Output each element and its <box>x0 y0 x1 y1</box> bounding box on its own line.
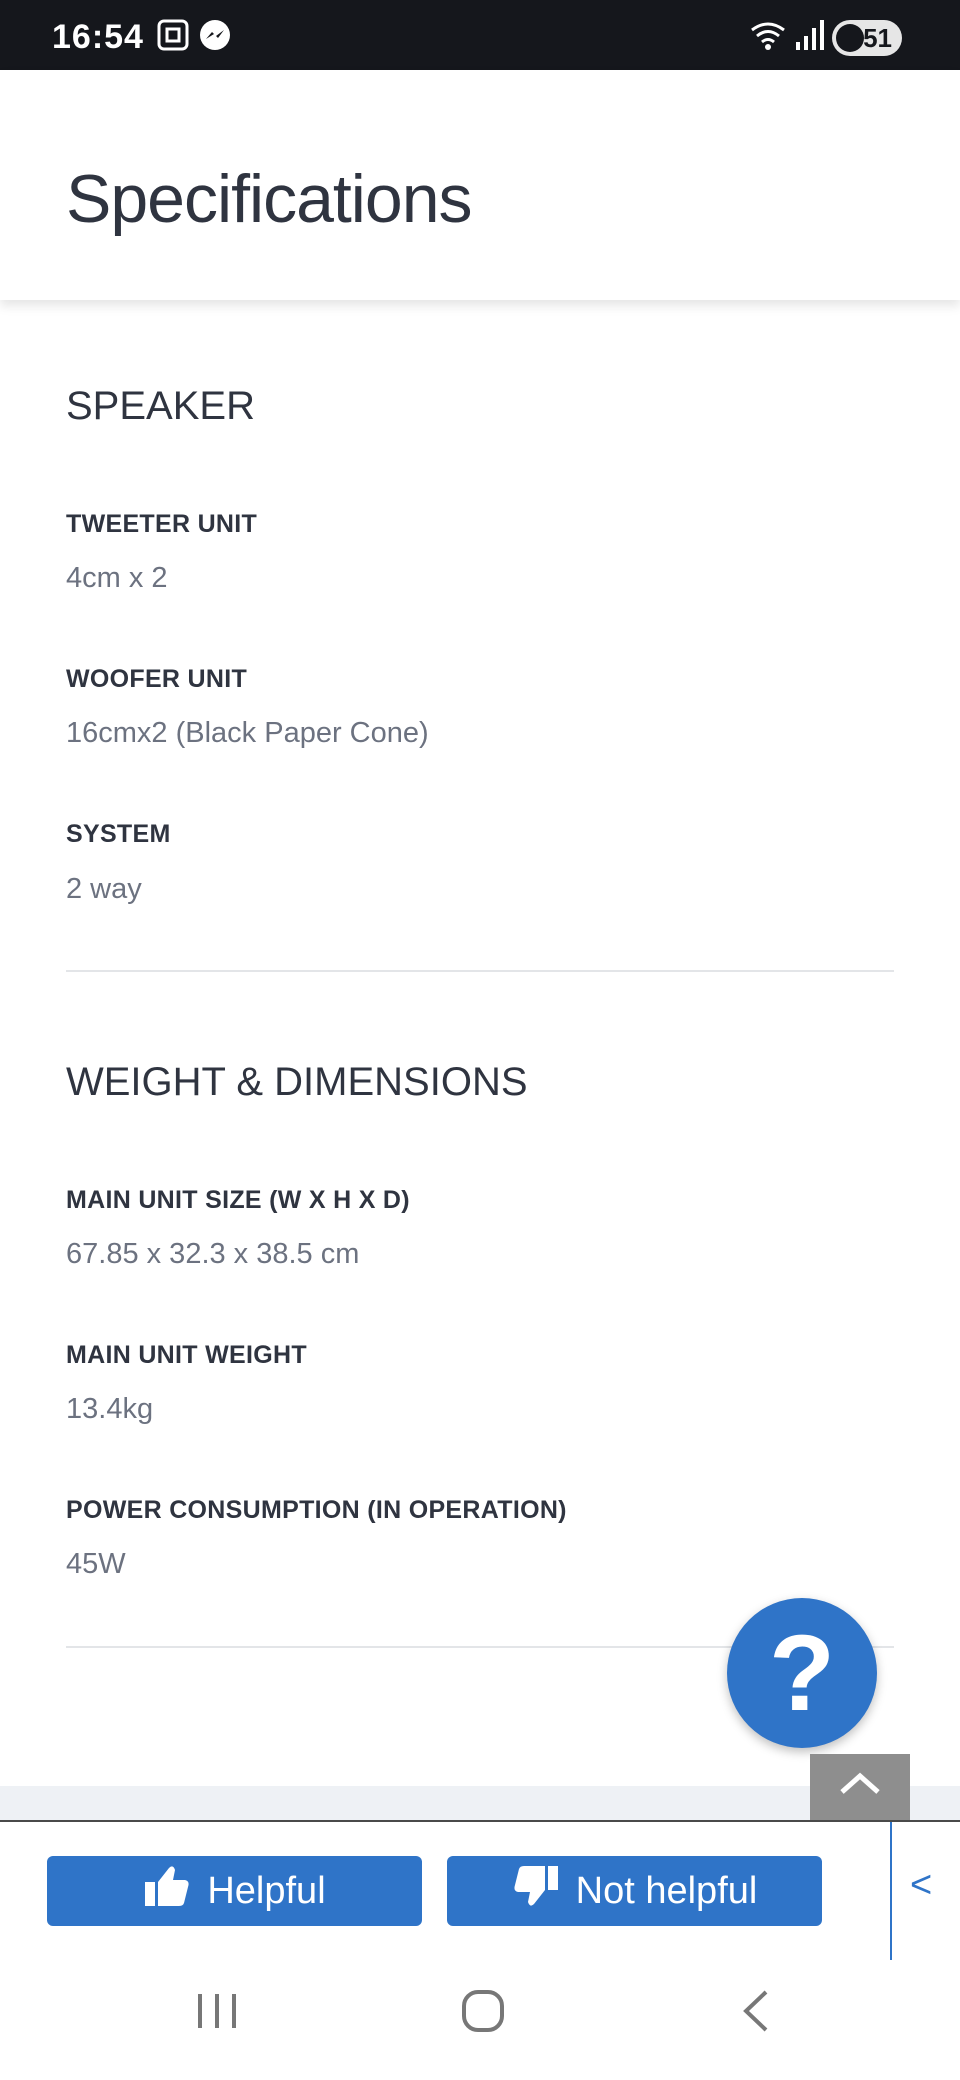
thumbs-up-icon <box>143 1864 191 1918</box>
spec-value-system: 2 way <box>66 873 142 905</box>
wifi-icon <box>748 18 788 57</box>
status-time: 16:54 <box>52 18 144 56</box>
battery-level: 51 <box>863 23 892 53</box>
section-divider <box>66 970 894 972</box>
helpful-button[interactable]: Helpful <box>47 1856 422 1926</box>
page-header: Specifications <box>0 70 960 300</box>
spec-label-power-consumption: POWER CONSUMPTION (IN OPERATION) <box>66 1496 567 1524</box>
page-title: Specifications <box>66 161 473 237</box>
spec-value-tweeter-unit: 4cm x 2 <box>66 562 168 594</box>
spec-value-power-consumption: 45W <box>66 1548 126 1580</box>
help-button[interactable]: ? <box>727 1598 877 1748</box>
spec-label-woofer-unit: WOOFER UNIT <box>66 665 248 693</box>
messenger-icon <box>198 18 232 57</box>
section-title-weight-dimensions: WEIGHT & DIMENSIONS <box>66 1060 528 1104</box>
chevron-up-icon <box>840 1772 880 1794</box>
signal-icon <box>794 18 826 57</box>
spec-value-main-unit-weight: 13.4kg <box>66 1393 154 1425</box>
specifications-content: SPEAKER TWEETER UNIT 4cm x 2 WOOFER UNIT… <box>0 300 960 1786</box>
section-title-speaker: SPEAKER <box>66 384 255 428</box>
helpful-label: Helpful <box>207 1869 326 1912</box>
side-panel-edge <box>890 1822 892 1960</box>
spec-label-main-unit-weight: MAIN UNIT WEIGHT <box>66 1341 307 1369</box>
spec-label-main-unit-size: MAIN UNIT SIZE (W X H X D) <box>66 1186 410 1214</box>
screenshot-icon <box>156 18 190 57</box>
battery-icon: 51 <box>832 20 902 56</box>
spec-label-system: SYSTEM <box>66 820 171 848</box>
not-helpful-label: Not helpful <box>575 1869 758 1912</box>
not-helpful-button[interactable]: Not helpful <box>447 1856 822 1926</box>
status-bar: 16:54 51 <box>0 0 960 70</box>
spec-value-main-unit-size: 67.85 x 32.3 x 38.5 cm <box>66 1238 360 1270</box>
scroll-to-top-button[interactable] <box>810 1754 910 1820</box>
system-nav-bar <box>0 1960 960 2080</box>
battery-saver-icon <box>836 24 864 52</box>
thumbs-down-icon <box>512 1864 560 1918</box>
spec-value-woofer-unit: 16cmx2 (Black Paper Cone) <box>66 717 429 749</box>
feedback-bar: Helpful Not helpful <box>0 1820 960 1960</box>
side-panel-toggle[interactable]: < <box>910 1864 932 1907</box>
spec-label-tweeter-unit: TWEETER UNIT <box>66 510 258 538</box>
home-icon[interactable] <box>460 1988 506 2039</box>
recents-icon[interactable] <box>194 1988 240 2039</box>
back-icon[interactable] <box>734 1988 780 2039</box>
question-mark-icon: ? <box>769 1612 835 1733</box>
